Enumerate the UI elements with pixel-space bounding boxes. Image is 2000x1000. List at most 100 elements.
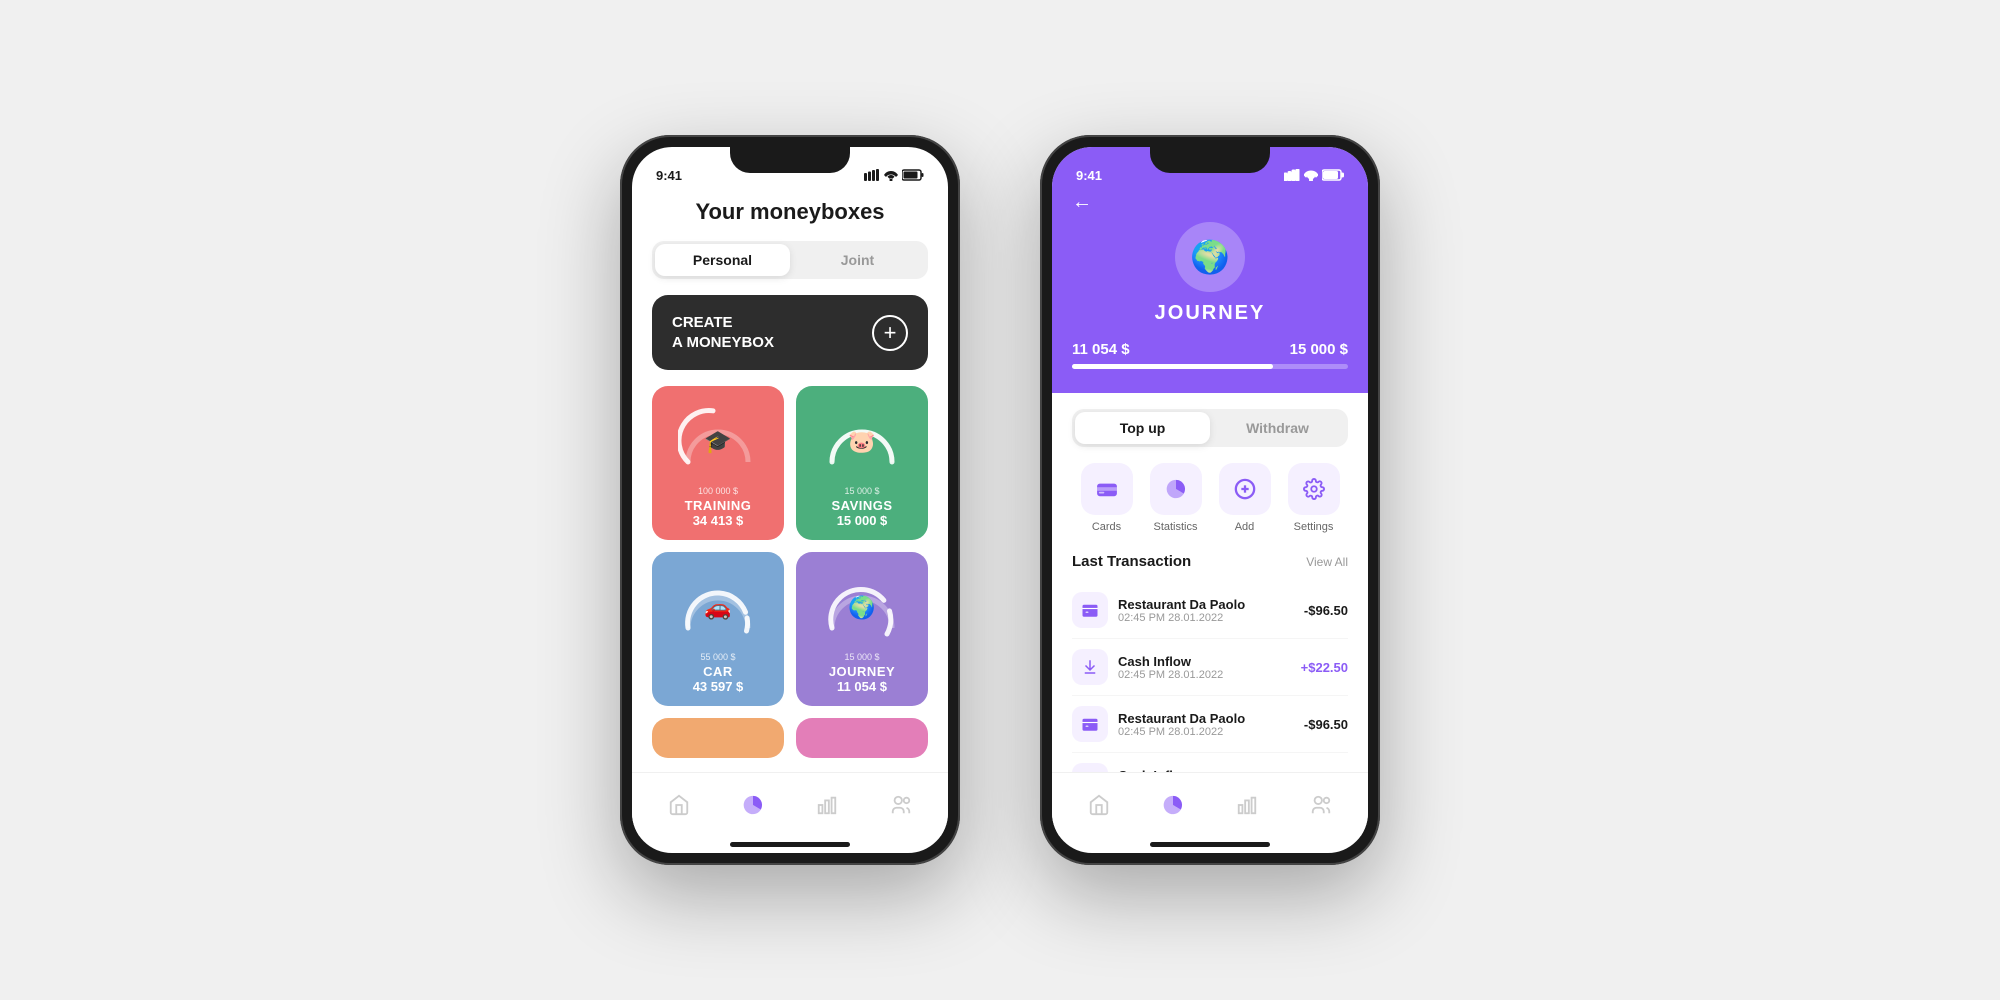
statistics-icon [1150, 463, 1202, 515]
progress-row: 11 054 $ 15 000 $ [1072, 341, 1348, 358]
progress-current: 11 054 $ [1072, 341, 1130, 358]
savings-name: SAVINGS [831, 498, 892, 513]
transaction-3-time: 02:45 PM 28.01.2022 [1118, 726, 1304, 738]
statistics-label: Statistics [1153, 521, 1197, 533]
tab-joint[interactable]: Joint [790, 244, 925, 276]
phone-2: 9:41 ← 🌍 JOURNEY 11 054 $ 15 000 $ [1040, 135, 1380, 865]
transaction-1-icon [1072, 592, 1108, 628]
pie-icon-1 [742, 794, 764, 816]
car-goal: 55 000 $ [700, 652, 735, 662]
savings-arc: 🐷 [822, 402, 902, 482]
moneybox-orange[interactable] [652, 718, 784, 758]
moneybox-savings[interactable]: 🐷 15 000 $ SAVINGS 15 000 $ [796, 386, 928, 540]
transaction-1-info: Restaurant Da Paolo 02:45 PM 28.01.2022 [1118, 597, 1304, 624]
cards-icon [1081, 463, 1133, 515]
nav-home-1[interactable] [656, 786, 702, 824]
moneybox-journey-card[interactable]: 🌍 15 000 $ JOURNEY 11 054 $ [796, 552, 928, 706]
journey-name: JOURNEY [829, 664, 895, 679]
transaction-3-name: Restaurant Da Paolo [1118, 711, 1304, 726]
quick-action-cards[interactable]: Cards [1081, 463, 1133, 533]
add-icon [1219, 463, 1271, 515]
status-icons-1 [864, 169, 924, 181]
phone-1-screen: 9:41 Your moneyboxes Personal Joint [632, 147, 948, 853]
nav-pie-2[interactable] [1150, 786, 1196, 824]
transaction-1: Restaurant Da Paolo 02:45 PM 28.01.2022 … [1072, 582, 1348, 639]
nav-group-1[interactable] [878, 786, 924, 824]
car-amount: 43 597 $ [693, 679, 744, 694]
journey-goal: 15 000 $ [844, 652, 879, 662]
progress-goal: 15 000 $ [1290, 341, 1348, 358]
transaction-1-name: Restaurant Da Paolo [1118, 597, 1304, 612]
journey-icon-card: 🌍 [848, 595, 875, 621]
transaction-3: Restaurant Da Paolo 02:45 PM 28.01.2022 … [1072, 696, 1348, 753]
status-icons-2 [1284, 169, 1344, 181]
create-btn-text: CREATE A MONEYBOX [672, 313, 774, 352]
settings-icon [1288, 463, 1340, 515]
moneybox-grid: 🎓 100 000 $ TRAINING 34 413 $ [652, 386, 928, 706]
bottom-nav-1 [632, 772, 948, 836]
settings-label: Settings [1294, 521, 1334, 533]
journey-title: JOURNEY [1155, 302, 1266, 325]
transaction-4-icon [1072, 763, 1108, 772]
quick-action-statistics[interactable]: Statistics [1150, 463, 1202, 533]
moneybox-car[interactable]: 🚗 55 000 $ CAR 43 597 $ [652, 552, 784, 706]
journey-arc: 🌍 [822, 568, 902, 648]
journey-header: ← 🌍 JOURNEY 11 054 $ 15 000 $ [1052, 191, 1368, 393]
transaction-3-amount: -$96.50 [1304, 717, 1348, 732]
back-button[interactable]: ← [1072, 191, 1092, 214]
group-icon-1 [890, 794, 912, 816]
transaction-1-time: 02:45 PM 28.01.2022 [1118, 612, 1304, 624]
training-goal: 100 000 $ [698, 486, 738, 496]
training-icon: 🎓 [704, 429, 731, 455]
nav-bar-2[interactable] [1224, 786, 1270, 824]
pie-icon-2 [1162, 794, 1184, 816]
tab-personal[interactable]: Personal [655, 244, 790, 276]
journey-amount: 11 054 $ [837, 679, 887, 694]
status-time-1: 9:41 [656, 168, 682, 183]
car-icon: 🚗 [704, 595, 731, 621]
page-title-1: Your moneyboxes [652, 199, 928, 225]
training-amount: 34 413 $ [693, 513, 744, 528]
transaction-2-amount: +$22.50 [1301, 660, 1348, 675]
transaction-2-name: Cash Inflow [1118, 654, 1301, 669]
training-arc: 🎓 [678, 402, 758, 482]
progress-bar-bg [1072, 364, 1348, 369]
training-name: TRAINING [685, 498, 752, 513]
create-moneybox-button[interactable]: CREATE A MONEYBOX + [652, 295, 928, 370]
moneybox-pink[interactable] [796, 718, 928, 758]
view-all-button[interactable]: View All [1306, 555, 1348, 569]
car-arc: 🚗 [678, 568, 758, 648]
transaction-2-icon [1072, 649, 1108, 685]
nav-bar-1[interactable] [804, 786, 850, 824]
transaction-2-info: Cash Inflow 02:45 PM 28.01.2022 [1118, 654, 1301, 681]
group-icon-2 [1310, 794, 1332, 816]
nav-group-2[interactable] [1298, 786, 1344, 824]
phone-2-screen: 9:41 ← 🌍 JOURNEY 11 054 $ 15 000 $ [1052, 147, 1368, 853]
tab-withdraw[interactable]: Withdraw [1210, 412, 1345, 444]
action-tab-switcher: Top up Withdraw [1072, 409, 1348, 447]
transaction-4: Cash Inflow 02:45 PM 28.01.2022 +$22.50 [1072, 753, 1348, 772]
transaction-2-time: 02:45 PM 28.01.2022 [1118, 669, 1301, 681]
journey-circle-icon: 🌍 [1175, 222, 1245, 292]
quick-actions: Cards Statistics Add [1072, 463, 1348, 533]
home-indicator-2 [1150, 842, 1270, 847]
home-indicator-1 [730, 842, 850, 847]
progress-bar-fill [1072, 364, 1273, 369]
quick-action-settings[interactable]: Settings [1288, 463, 1340, 533]
section-title: Last Transaction [1072, 553, 1191, 570]
transaction-3-icon [1072, 706, 1108, 742]
quick-action-add[interactable]: Add [1219, 463, 1271, 533]
nav-home-2[interactable] [1076, 786, 1122, 824]
phones-container: 9:41 Your moneyboxes Personal Joint [620, 135, 1380, 865]
nav-pie-1[interactable] [730, 786, 776, 824]
home-icon-1 [668, 794, 690, 816]
tab-topup[interactable]: Top up [1075, 412, 1210, 444]
transaction-3-info: Restaurant Da Paolo 02:45 PM 28.01.2022 [1118, 711, 1304, 738]
add-label: Add [1235, 521, 1255, 533]
phone-1-content: Your moneyboxes Personal Joint CREATE A … [632, 191, 948, 772]
home-icon-2 [1088, 794, 1110, 816]
moneybox-training[interactable]: 🎓 100 000 $ TRAINING 34 413 $ [652, 386, 784, 540]
section-header: Last Transaction View All [1072, 553, 1348, 570]
savings-icon: 🐷 [848, 429, 875, 455]
phone-notch-1 [730, 147, 850, 173]
